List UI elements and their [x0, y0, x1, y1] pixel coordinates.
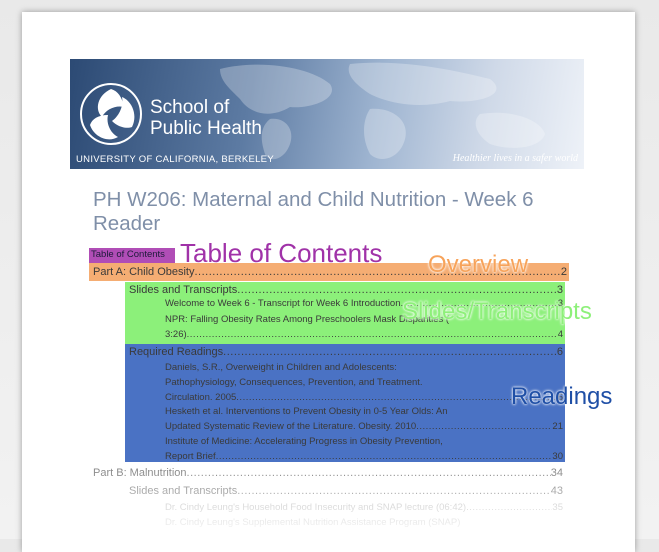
header-banner: School of Public Health UNIVERSITY OF CA…	[70, 59, 584, 169]
toc-entry-hesketh-end[interactable]: Updated Systematic Review of the Literat…	[165, 421, 563, 432]
toc-entry-page: 6	[556, 346, 563, 358]
toc-entry-page: 3	[556, 284, 563, 296]
toc-entry-npr-cont[interactable]: 3:26) 4	[165, 329, 563, 340]
toc-entry-iom-end[interactable]: Report Brief 30	[165, 451, 563, 462]
school-name: School of Public Health	[150, 97, 262, 139]
toc-entry-page: 4	[557, 329, 563, 340]
toc-entry-slides-a[interactable]: Slides and Transcripts 3	[129, 284, 563, 296]
toc-entry-part-b[interactable]: Part B: Malnutrition 34	[93, 467, 563, 479]
annotation-overview: Overview	[428, 251, 529, 278]
annotation-slides-transcripts: Slides/Transcripts	[402, 298, 592, 325]
toc-entry-label: Welcome to Week 6 - Transcript for Week …	[165, 298, 401, 309]
toc-entry-page: 21	[552, 421, 563, 432]
berkeley-logo-icon	[78, 81, 144, 152]
toc-entry-page: 43	[550, 485, 563, 497]
toc-entry-daniels-end[interactable]: Circulation. 2005 6	[165, 392, 563, 403]
school-name-line2: Public Health	[150, 118, 262, 139]
toc-heading: Table of Contents	[91, 249, 165, 260]
document-title: PH W206: Maternal and Child Nutrition - …	[93, 188, 534, 235]
toc-entry-label: Report Brief	[165, 451, 216, 462]
toc-entry-required-readings[interactable]: Required Readings 6	[129, 346, 563, 358]
toc-entry-label: Required Readings	[129, 346, 224, 358]
toc-entry-page: 30	[552, 451, 563, 462]
toc-entry-label: 3:26)	[165, 329, 187, 340]
annotation-table-of-contents: Table of Contents	[180, 238, 383, 268]
toc-entry-label: Slides and Transcripts	[129, 284, 238, 296]
toc-entry-label: Part B: Malnutrition	[93, 467, 187, 479]
toc-entry-page: 2	[560, 266, 567, 278]
university-name: UNIVERSITY OF CALIFORNIA, BERKELEY	[76, 154, 274, 165]
school-name-line1: School of	[150, 97, 230, 118]
toc-entry-leung-snap[interactable]: Dr. Cindy Leung's Supplemental Nutrition…	[165, 517, 460, 528]
toc-entry-daniels[interactable]: Daniels, S.R., Overweight in Children an…	[165, 362, 397, 373]
toc-entry-page: 34	[550, 467, 563, 479]
annotation-readings: Readings	[511, 383, 613, 410]
toc-entry-label: Circulation. 2005	[165, 392, 237, 403]
toc-entry-hesketh[interactable]: Hesketh et al. Interventions to Prevent …	[165, 406, 448, 417]
toc-entry-slides-b[interactable]: Slides and Transcripts 43	[129, 485, 563, 497]
toc-entry-daniels-cont: Pathophysiology, Consequences, Preventio…	[165, 377, 423, 388]
toc-entry-label: Slides and Transcripts	[129, 485, 238, 497]
toc-entry-page: 35	[552, 502, 563, 513]
toc-entry-iom[interactable]: Institute of Medicine: Accelerating Prog…	[165, 436, 443, 447]
toc-entry-label: Updated Systematic Review of the Literat…	[165, 421, 417, 432]
toc-entry-leung[interactable]: Dr. Cindy Leung's Household Food Insecur…	[165, 502, 563, 513]
tagline: Healthier lives in a safer world	[452, 153, 578, 164]
toc-entry-label: Dr. Cindy Leung's Household Food Insecur…	[165, 502, 467, 513]
